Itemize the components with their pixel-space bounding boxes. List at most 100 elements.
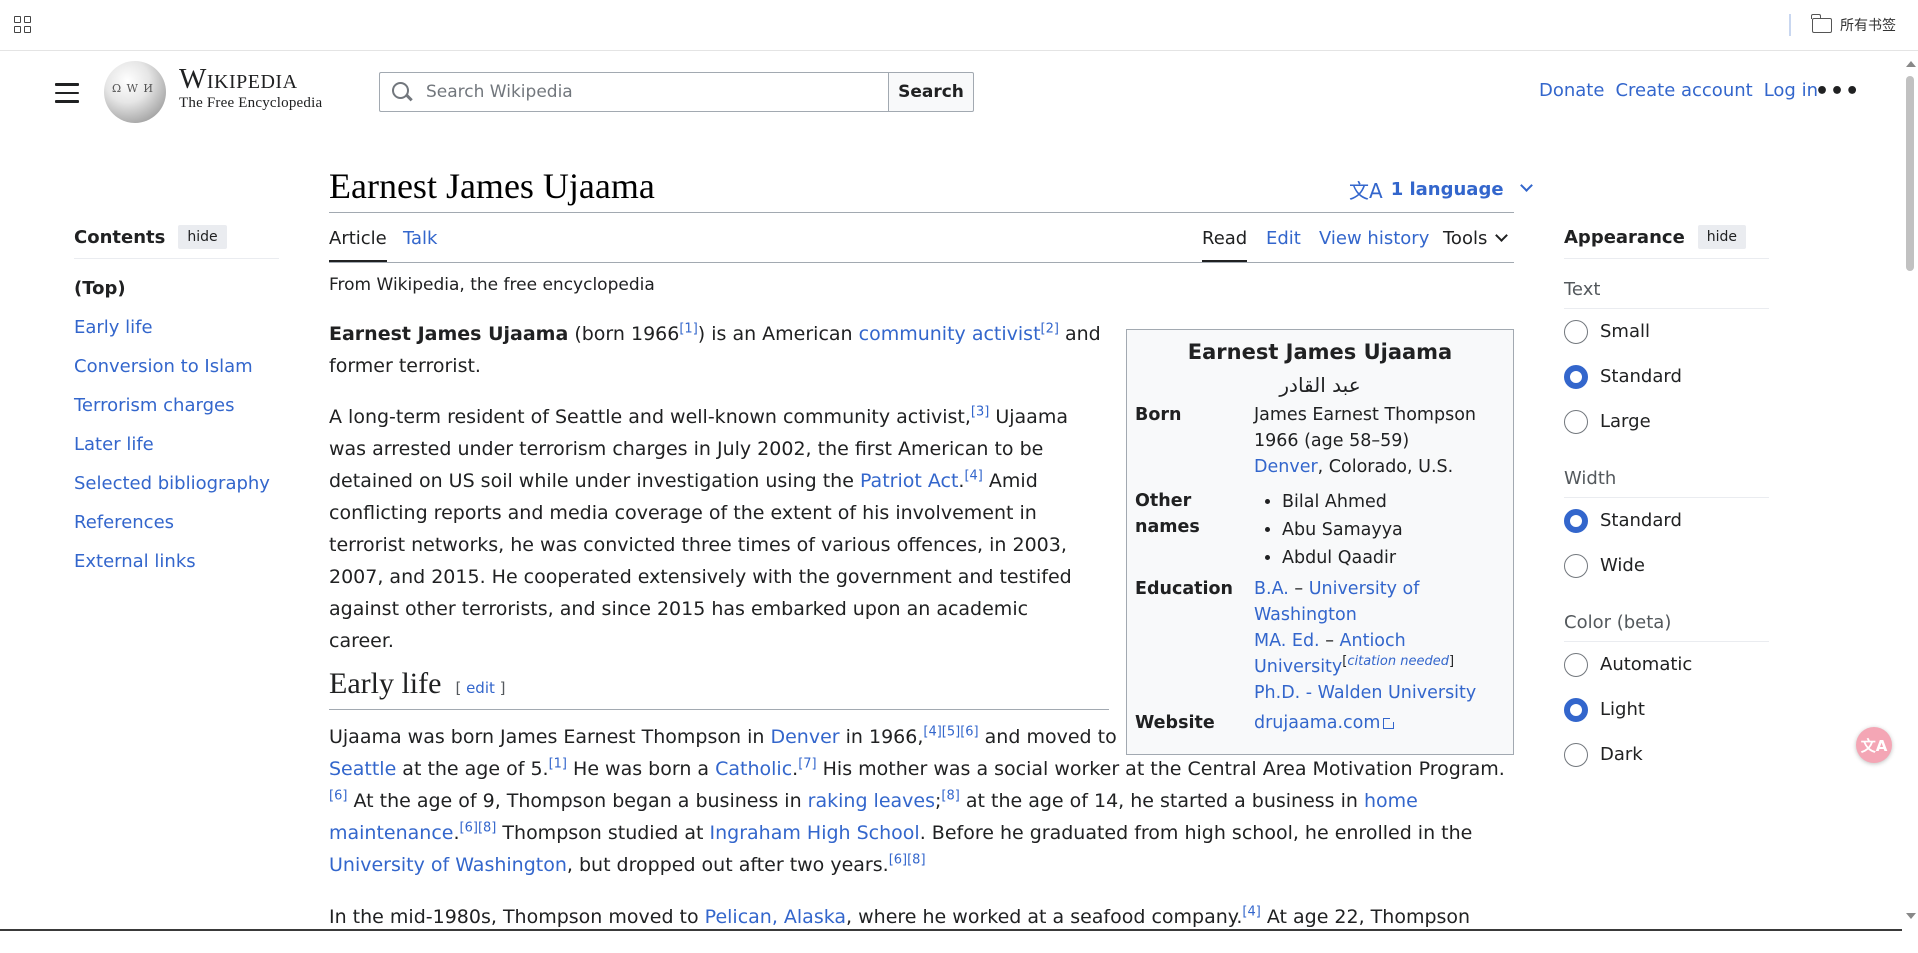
radio-button[interactable] xyxy=(1564,742,1588,767)
ref-link[interactable]: [7] xyxy=(798,757,816,772)
text-run: , Colorado, U.S. xyxy=(1317,457,1454,477)
text-run: (born 1966 xyxy=(568,323,680,345)
tab-edit[interactable]: Edit xyxy=(1266,228,1301,262)
radio-label: Wide xyxy=(1600,555,1645,576)
wordmark-tagline: The Free Encyclopedia xyxy=(179,95,323,111)
infobox: Earnest James Ujaama عبد القادر Born Jam… xyxy=(1126,329,1514,755)
appearance-groups: Text Small Standard Large Width Standard Wide C… xyxy=(1564,279,1769,777)
log-in-link[interactable]: Log in xyxy=(1764,80,1818,101)
create-account-link[interactable]: Create account xyxy=(1615,80,1752,101)
radio-option-light[interactable]: Light xyxy=(1564,687,1769,732)
ref-link[interactable]: [4] xyxy=(1242,905,1260,920)
radio-button[interactable] xyxy=(1564,508,1588,533)
toc-item-later-life[interactable]: Later life xyxy=(74,425,279,464)
radio-label: Light xyxy=(1600,699,1645,720)
scroll-up-arrow-icon[interactable] xyxy=(1906,61,1916,67)
website-link[interactable]: drujaama.com xyxy=(1254,713,1380,733)
radio-option-large[interactable]: Large xyxy=(1564,399,1769,444)
all-bookmarks-folder[interactable]: 所有书签 xyxy=(1811,13,1896,35)
ref-link[interactable]: [6][8] xyxy=(460,821,497,836)
catholic-link[interactable]: Catholic xyxy=(715,758,792,780)
ref-link[interactable]: [1] xyxy=(679,322,697,337)
radio-option-standard[interactable]: Standard xyxy=(1564,498,1769,543)
radio-button[interactable] xyxy=(1564,364,1588,389)
tab-read[interactable]: Read xyxy=(1202,228,1248,262)
denver-link[interactable]: Denver xyxy=(770,726,839,748)
text-run: A long-term resident of Seattle and well… xyxy=(329,406,971,428)
toc-item-early-life[interactable]: Early life xyxy=(74,308,279,347)
ref-link[interactable]: [6] xyxy=(329,789,347,804)
radio-option-standard[interactable]: Standard xyxy=(1564,354,1769,399)
radio-option-wide[interactable]: Wide xyxy=(1564,543,1769,588)
list-item: Abu Samayya xyxy=(1282,516,1505,544)
tabs-divider xyxy=(329,262,1514,263)
toc-item-selected-bibliography[interactable]: Selected bibliography xyxy=(74,464,279,503)
search-button[interactable]: Search xyxy=(888,72,974,112)
tab-talk[interactable]: Talk xyxy=(403,228,437,262)
tools-menu[interactable]: Tools xyxy=(1443,228,1509,262)
ref-link[interactable]: [2] xyxy=(1041,322,1059,337)
patriot-act-link[interactable]: Patriot Act xyxy=(860,470,958,492)
community-activist-link[interactable]: community activist xyxy=(859,323,1041,345)
radio-option-automatic[interactable]: Automatic xyxy=(1564,642,1769,687)
infobox-row-website: Website drujaama.com xyxy=(1135,710,1505,736)
walden-link[interactable]: Ph.D. - Walden University xyxy=(1254,683,1476,703)
text-run: At the age of 9, Thompson began a busine… xyxy=(347,790,808,812)
pelican-alaska-link[interactable]: Pelican, Alaska xyxy=(705,906,846,928)
translate-icon: 文A xyxy=(1349,179,1383,203)
donate-link[interactable]: Donate xyxy=(1539,80,1604,101)
raking-leaves-link[interactable]: raking leaves xyxy=(808,790,935,812)
ma-ed-link[interactable]: MA. Ed. xyxy=(1254,631,1320,651)
ref-link[interactable]: [6][8] xyxy=(889,853,926,868)
university-of-washington-link[interactable]: University of Washington xyxy=(329,854,567,876)
text-run: – xyxy=(1288,579,1309,599)
text-run: , but dropped out after two years. xyxy=(566,854,889,876)
radio-button[interactable] xyxy=(1564,553,1588,578)
appearance-group-label: Text xyxy=(1564,279,1769,309)
ingraham-high-school-link[interactable]: Ingraham High School xyxy=(710,822,920,844)
born-name: James Earnest Thompson xyxy=(1254,405,1477,425)
page-scrollbar[interactable] xyxy=(1902,51,1918,931)
toc-item-top[interactable]: (Top) xyxy=(74,269,279,308)
scrollbar-thumb[interactable] xyxy=(1906,76,1914,271)
radio-button[interactable] xyxy=(1564,319,1588,344)
wikipedia-wordmark[interactable]: Wikipedia The Free Encyclopedia xyxy=(179,63,322,112)
toc-hide-button[interactable]: hide xyxy=(178,225,227,249)
radio-button[interactable] xyxy=(1564,652,1588,677)
toc-item-conversion-to-islam[interactable]: Conversion to Islam xyxy=(74,347,279,386)
radio-button[interactable] xyxy=(1564,409,1588,434)
apps-grid-icon[interactable] xyxy=(14,16,32,34)
scroll-down-arrow-icon[interactable] xyxy=(1906,913,1916,919)
search-input[interactable] xyxy=(424,81,864,103)
infobox-label: Education xyxy=(1135,579,1233,599)
toc-item-terrorism-charges[interactable]: Terrorism charges xyxy=(74,386,279,425)
section-edit-link[interactable]: edit xyxy=(466,679,495,697)
toc-item-external-links[interactable]: External links xyxy=(74,542,279,581)
radio-option-dark[interactable]: Dark xyxy=(1564,732,1769,777)
infobox-label: Other names xyxy=(1135,491,1200,537)
tab-view-history[interactable]: View history xyxy=(1319,228,1429,262)
more-options-icon[interactable]: ••• xyxy=(1815,81,1860,103)
ba-link[interactable]: B.A. xyxy=(1254,579,1289,599)
ref-link[interactable]: [1] xyxy=(549,757,567,772)
ref-link[interactable]: [8] xyxy=(941,789,959,804)
toc-item-references[interactable]: References xyxy=(74,503,279,542)
seattle-link[interactable]: Seattle xyxy=(329,758,396,780)
main-menu-icon[interactable] xyxy=(55,83,79,103)
appearance-divider xyxy=(1564,258,1769,259)
ref-link[interactable]: [3] xyxy=(971,405,989,420)
ref-link[interactable]: [4][5][6] xyxy=(923,725,978,740)
citation-needed-link[interactable]: citation needed xyxy=(1347,654,1449,669)
radio-button[interactable] xyxy=(1564,697,1588,722)
wikipedia-globe-logo[interactable] xyxy=(104,61,166,123)
text-run: and moved to xyxy=(978,726,1117,748)
translate-float-icon[interactable]: 文A xyxy=(1856,727,1892,763)
radio-option-small[interactable]: Small xyxy=(1564,309,1769,354)
radio-label: Automatic xyxy=(1600,654,1693,675)
tab-article[interactable]: Article xyxy=(329,228,387,262)
language-button[interactable]: 文A 1 language xyxy=(1349,175,1533,204)
born-denver-link[interactable]: Denver xyxy=(1254,457,1318,477)
appearance-hide-button[interactable]: hide xyxy=(1697,225,1747,249)
infobox-value: drujaama.com xyxy=(1254,710,1505,736)
ref-link[interactable]: [4] xyxy=(964,469,982,484)
